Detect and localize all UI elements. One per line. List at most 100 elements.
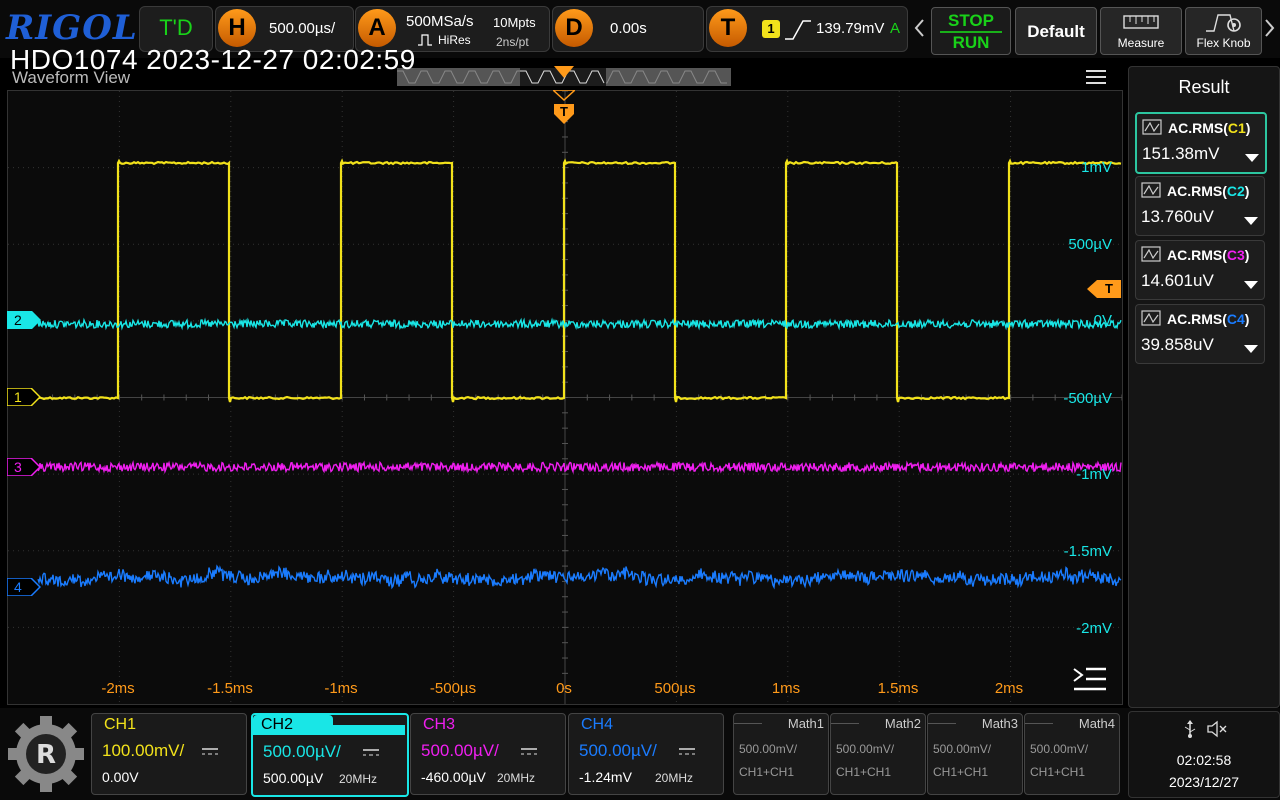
math-tab-divider bbox=[831, 723, 859, 724]
channel-label: CH4 bbox=[581, 716, 614, 733]
delay-d-icon: D bbox=[555, 9, 593, 47]
usb-icon bbox=[1184, 720, 1196, 738]
scroll-right-icon[interactable] bbox=[1262, 16, 1276, 40]
resolution: 2ns/pt bbox=[496, 35, 529, 49]
channel-1-settings[interactable]: CH1 100.00mV/0.00V bbox=[91, 713, 247, 795]
delay-control[interactable]: D 0.00s bbox=[552, 6, 704, 52]
ruler-icon bbox=[1123, 15, 1159, 29]
math-source: CH1+CH1 bbox=[933, 765, 989, 779]
scroll-left-icon[interactable] bbox=[913, 16, 927, 40]
measurement-result-c4[interactable]: AC.RMS(C4) 39.858uV bbox=[1135, 304, 1265, 364]
trigger-level: 139.79mV bbox=[816, 20, 885, 37]
dropdown-arrow-icon[interactable] bbox=[1244, 213, 1258, 231]
waveform-view-label: Waveform View bbox=[12, 68, 131, 87]
measurement-source: C4 bbox=[1226, 311, 1245, 327]
channel-1-marker[interactable]: 1 bbox=[7, 388, 41, 406]
svg-text:R: R bbox=[36, 740, 56, 770]
trigger-position-marker[interactable]: T bbox=[553, 90, 575, 130]
time-axis-label: 500µs bbox=[654, 680, 696, 697]
ch2-scale-label: 1mV bbox=[1081, 159, 1112, 176]
trigger-mode-label: T'D bbox=[159, 15, 193, 40]
clock-time: 02:02:58 bbox=[1176, 752, 1232, 768]
channel-3-marker[interactable]: 3 bbox=[7, 458, 41, 476]
channel-3-settings[interactable]: CH3 500.00µV/ -460.00µV 20MHz bbox=[410, 713, 566, 795]
channel-label: CH3 bbox=[423, 716, 456, 733]
status-clock-panel[interactable]: 02:02:58 2023/12/27 bbox=[1128, 711, 1280, 798]
sample-rate: 500MSa/s bbox=[406, 13, 474, 30]
measurement-close-paren: ) bbox=[1244, 311, 1250, 327]
ch4-waveform bbox=[37, 564, 1122, 590]
channel-marker-label: 1 bbox=[14, 389, 22, 405]
acquisition-mode: HiRes bbox=[438, 33, 471, 47]
clock-date: 2023/12/27 bbox=[1168, 774, 1240, 790]
measurement-result-c1[interactable]: AC.RMS(C1) 151.38mV bbox=[1135, 112, 1267, 174]
channel-offset: 500.00µV bbox=[263, 770, 324, 786]
measure-label: Measure bbox=[1117, 36, 1165, 50]
measurement-close-paren: ) bbox=[1245, 120, 1251, 136]
math-tab-divider bbox=[928, 723, 956, 724]
channel-2-settings[interactable]: CH2 500.00µV/500.00µV 20MHz bbox=[251, 713, 409, 797]
math-source: CH1+CH1 bbox=[739, 765, 795, 779]
measure-button[interactable]: Measure bbox=[1100, 7, 1182, 55]
dc-coupling-icon bbox=[202, 744, 218, 762]
trigger-level-marker[interactable]: T bbox=[1087, 280, 1121, 298]
math-label: Math1 bbox=[787, 716, 824, 731]
channel-4-marker[interactable]: 4 bbox=[7, 578, 41, 596]
channel-offset: 0.00V bbox=[102, 769, 139, 785]
trigger-control[interactable]: T 1 139.79mV A bbox=[706, 6, 908, 52]
channel-2-marker[interactable]: 2 bbox=[7, 311, 41, 329]
math-label: Math3 bbox=[981, 716, 1018, 731]
dropdown-arrow-icon[interactable] bbox=[1244, 341, 1258, 359]
time-axis-label: 1.5ms bbox=[877, 680, 919, 697]
measurement-icon bbox=[1141, 182, 1161, 198]
dropdown-arrow-icon[interactable] bbox=[1245, 150, 1259, 168]
waveform-view[interactable] bbox=[7, 90, 1123, 705]
channel-scale: 500.00µV/ bbox=[579, 741, 657, 760]
dc-coupling-icon bbox=[521, 744, 537, 762]
measurement-value: 13.760uV bbox=[1141, 207, 1214, 226]
dropdown-arrow-icon[interactable] bbox=[1244, 277, 1258, 295]
channel-offset: -460.00µV bbox=[421, 769, 486, 785]
channel-active-bar bbox=[317, 725, 405, 735]
ch2-scale-label: -1.5mV bbox=[1063, 543, 1112, 560]
measurement-source: C1 bbox=[1227, 120, 1246, 136]
math-2-settings[interactable]: Math2 500.00mV/CH1+CH1 bbox=[830, 713, 926, 795]
menu-icon[interactable] bbox=[1086, 70, 1106, 84]
time-axis-label: -500µs bbox=[429, 680, 477, 697]
math-source: CH1+CH1 bbox=[1030, 765, 1086, 779]
ch2-scale-label: -2mV bbox=[1076, 620, 1112, 637]
ch2-scale-label: -1mV bbox=[1076, 466, 1112, 483]
math-3-settings[interactable]: Math3 500.00mV/CH1+CH1 bbox=[927, 713, 1023, 795]
overview-trigger-pointer bbox=[554, 66, 574, 78]
hires-pulse-icon bbox=[418, 34, 432, 46]
expand-menu-icon[interactable] bbox=[1072, 666, 1108, 692]
measurement-close-paren: ) bbox=[1244, 183, 1250, 199]
measurement-function: AC.RMS( bbox=[1167, 311, 1227, 327]
math-source: CH1+CH1 bbox=[836, 765, 892, 779]
measurement-value: 14.601uV bbox=[1141, 271, 1214, 290]
measurement-result-c3[interactable]: AC.RMS(C3) 14.601uV bbox=[1135, 240, 1265, 300]
default-button[interactable]: Default bbox=[1015, 7, 1097, 55]
measurement-name: AC.RMS(C4) bbox=[1167, 311, 1249, 327]
measurement-value: 151.38mV bbox=[1142, 144, 1220, 163]
ch1-waveform bbox=[36, 158, 1122, 403]
home-gear-button[interactable]: R bbox=[6, 714, 86, 794]
trigger-t-icon: T bbox=[709, 9, 747, 47]
time-axis-label: 1ms bbox=[771, 680, 801, 697]
channel-4-settings[interactable]: CH4 500.00µV/ -1.24mV 20MHz bbox=[568, 713, 724, 795]
stop-run-button[interactable]: STOP RUN bbox=[931, 7, 1011, 55]
ch2-scale-label: 500µV bbox=[1068, 236, 1112, 253]
channel-scale: 500.00µV/ bbox=[421, 741, 499, 760]
flex-knob-button[interactable]: Flex Knob bbox=[1185, 7, 1262, 55]
measurement-value: 39.858uV bbox=[1141, 335, 1214, 354]
math-4-settings[interactable]: Math4 500.00mV/CH1+CH1 bbox=[1024, 713, 1120, 795]
measurement-result-c2[interactable]: AC.RMS(C2) 13.760uV bbox=[1135, 176, 1265, 236]
result-title: Result bbox=[1178, 77, 1230, 97]
delay-value: 0.00s bbox=[610, 20, 647, 37]
channel-label: CH1 bbox=[104, 716, 137, 733]
math-1-settings[interactable]: Math1 500.00mV/CH1+CH1 bbox=[733, 713, 829, 795]
time-axis-label: 0s bbox=[556, 680, 572, 697]
channel-scale: 100.00mV/ bbox=[102, 741, 185, 760]
time-axis-label: -1.5ms bbox=[207, 680, 253, 697]
time-axis-label: 2ms bbox=[994, 680, 1024, 697]
